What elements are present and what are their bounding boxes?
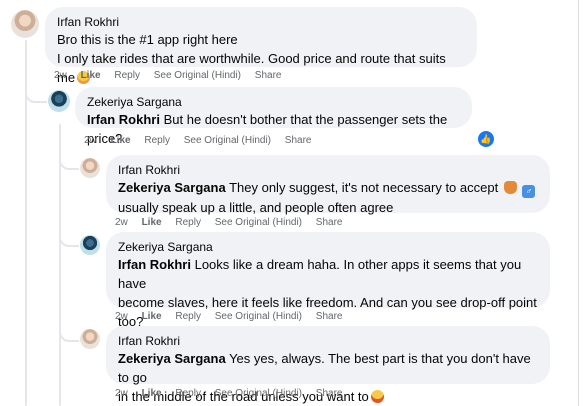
like-button[interactable]: Like	[142, 217, 162, 228]
comment-actions: 2w Like Reply See Original (Hindi) Share	[84, 134, 322, 148]
see-original-button[interactable]: See Original (Hindi)	[154, 70, 241, 81]
comment-bubble: Irfan Rokhri Bro this is the #1 app righ…	[45, 7, 477, 85]
reply-button[interactable]: Reply	[144, 135, 170, 146]
see-original-button[interactable]: See Original (Hindi)	[184, 135, 271, 146]
comment-author[interactable]: Irfan Rokhri	[118, 162, 538, 178]
mention-link[interactable]: Irfan Rokhri	[118, 257, 191, 272]
comment-author[interactable]: Irfan Rokhri	[57, 14, 465, 30]
person-gesturing-icon	[503, 181, 517, 194]
thread-curve-4	[59, 318, 79, 342]
like-button[interactable]: Like	[111, 135, 131, 146]
comment-author[interactable]: Zekeriya Sargana	[87, 94, 460, 110]
comment-author[interactable]: Irfan Rokhri	[118, 333, 538, 349]
comment-bubble: Zekeriya Sargana Irfan Rokhri But he doe…	[75, 87, 472, 146]
male-sign-icon: ♂	[522, 185, 536, 198]
see-original-button[interactable]: See Original (Hindi)	[215, 217, 302, 228]
comment-timestamp[interactable]: 2w	[84, 135, 97, 146]
reply-button[interactable]: Reply	[114, 70, 140, 81]
see-original-button[interactable]: See Original (Hindi)	[215, 388, 302, 399]
reply-button[interactable]: Reply	[175, 311, 201, 322]
share-button[interactable]: Share	[255, 70, 282, 81]
avatar-zekeriya-sargana[interactable]	[80, 235, 100, 255]
mention-link[interactable]: Zekeriya Sargana	[118, 351, 226, 366]
reply-button[interactable]: Reply	[175, 388, 201, 399]
comment-actions: 2w Like Reply See Original (Hindi) Share	[54, 69, 292, 83]
share-button[interactable]: Share	[316, 217, 343, 228]
avatar-irfan-rokhri[interactable]	[80, 158, 100, 178]
avatar-zekeriya-sargana[interactable]	[48, 90, 70, 112]
mention-link[interactable]: Zekeriya Sargana	[118, 180, 226, 195]
thumbs-up-icon[interactable]: 👍	[478, 131, 494, 147]
like-button[interactable]: Like	[142, 311, 162, 322]
like-button[interactable]: Like	[81, 70, 101, 81]
thread-curve-1	[25, 74, 47, 103]
panel-border	[578, 0, 579, 406]
comment-author[interactable]: Zekeriya Sargana	[118, 239, 538, 255]
comment-actions: 2w Like Reply See Original (Hindi) Share	[115, 310, 353, 324]
comment-text-line: Bro this is the #1 app right here	[57, 32, 238, 47]
reply-button[interactable]: Reply	[175, 217, 201, 228]
comment-actions: 2w Like Reply See Original (Hindi) Share	[115, 216, 353, 230]
comment-timestamp[interactable]: 2w	[54, 70, 67, 81]
comment-actions: 2w Like Reply See Original (Hindi) Share	[115, 387, 353, 401]
laughing-face-icon	[370, 390, 384, 403]
comment-text-line: Irfan Rokhri Looks like a dream haha. In…	[118, 257, 522, 291]
comment-bubble: Irfan Rokhri Zekeriya Sargana Yes yes, a…	[106, 326, 550, 404]
comment-text-line: Zekeriya Sargana Yes yes, always. The be…	[118, 351, 531, 385]
avatar-irfan-rokhri[interactable]	[80, 329, 100, 349]
comment-timestamp[interactable]: 2w	[115, 311, 128, 322]
comment-bubble: Zekeriya Sargana Irfan Rokhri Looks like…	[106, 232, 550, 329]
share-button[interactable]: Share	[285, 135, 312, 146]
mention-link[interactable]: Irfan Rokhri	[87, 112, 160, 127]
like-button[interactable]: Like	[142, 388, 162, 399]
comment-timestamp[interactable]: 2w	[115, 388, 128, 399]
avatar-irfan-rokhri[interactable]	[11, 10, 39, 38]
comment-timestamp[interactable]: 2w	[115, 217, 128, 228]
share-button[interactable]: Share	[316, 388, 343, 399]
see-original-button[interactable]: See Original (Hindi)	[215, 311, 302, 322]
comment-bubble: Irfan Rokhri Zekeriya Sargana They only …	[106, 155, 550, 215]
thread-curve-3	[59, 222, 79, 247]
share-button[interactable]: Share	[316, 311, 343, 322]
thread-curve-2	[59, 146, 79, 170]
comment-text-line: Zekeriya Sargana They only suggest, it's…	[118, 178, 538, 198]
comment-text-line: usually speak up a little, and people of…	[118, 200, 394, 215]
